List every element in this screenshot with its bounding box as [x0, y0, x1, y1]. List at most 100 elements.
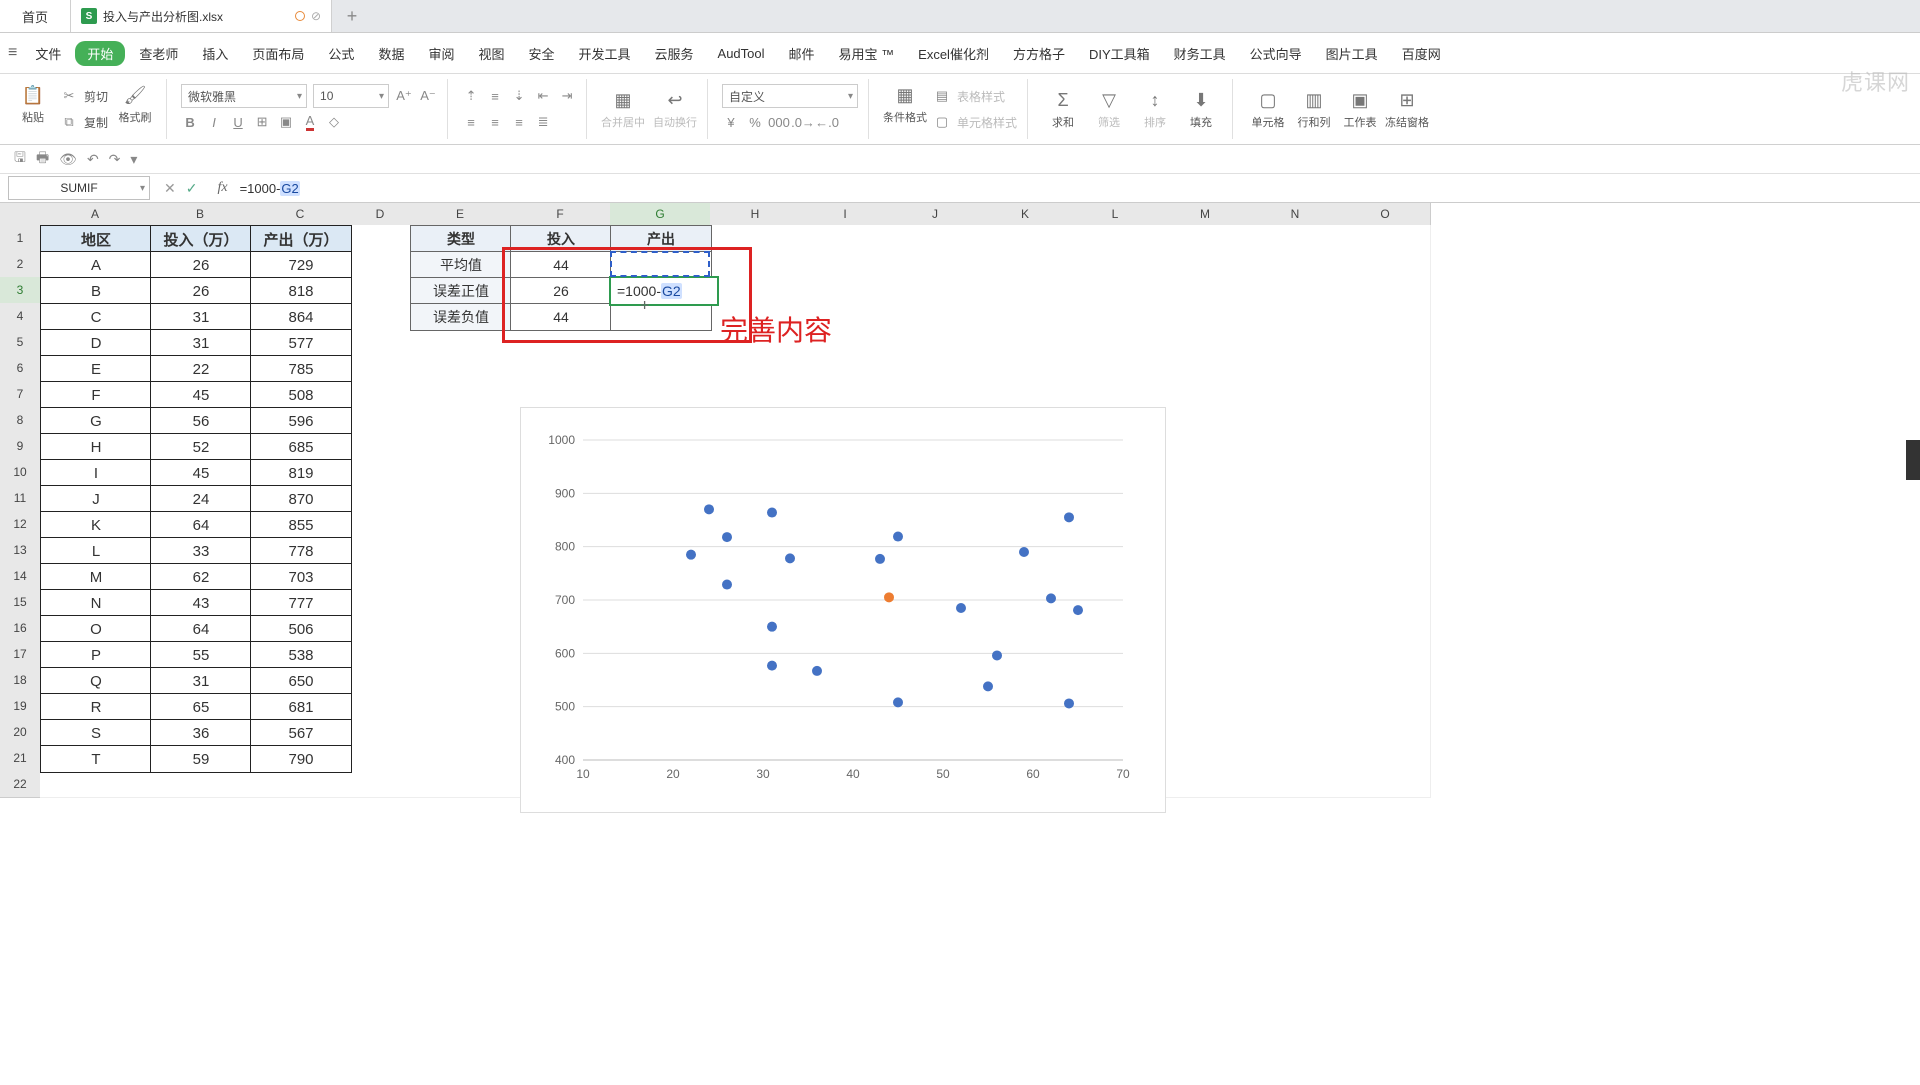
menu-teacher[interactable]: 查老师 [129, 40, 188, 67]
cell-F2[interactable]: 44 [510, 251, 612, 279]
col-header-F[interactable]: F [510, 203, 611, 226]
tab-close-icon[interactable]: ⊘ [311, 9, 321, 23]
fill-color-icon[interactable]: ▣ [277, 113, 295, 131]
cell-O1[interactable] [1340, 225, 1431, 252]
cell-O13[interactable] [1340, 537, 1431, 564]
cell-A20[interactable]: S [40, 719, 152, 747]
cell-M16[interactable] [1160, 615, 1251, 642]
cell-M17[interactable] [1160, 641, 1251, 668]
cell-C15[interactable]: 777 [250, 589, 352, 617]
cell-O10[interactable] [1340, 459, 1431, 486]
format-painter-button[interactable]: 🖌格式刷 [114, 83, 156, 135]
menu-data[interactable]: 数据 [368, 40, 414, 67]
cell-A12[interactable]: K [40, 511, 152, 539]
cell-G6[interactable] [610, 355, 711, 382]
menu-dev[interactable]: 开发工具 [569, 40, 641, 67]
cell-N8[interactable] [1250, 407, 1341, 434]
menu-fw[interactable]: 公式向导 [1240, 40, 1312, 67]
fill-button[interactable]: ⬇填充 [1180, 88, 1222, 130]
wrap-button[interactable]: ↩自动换行 [653, 88, 697, 130]
cell-E4[interactable]: 误差负值 [410, 303, 512, 331]
cell-M12[interactable] [1160, 511, 1251, 538]
cell-F1[interactable]: 投入 [510, 225, 612, 253]
cell-D6[interactable] [350, 355, 411, 382]
cell-E17[interactable] [410, 641, 511, 668]
row-header-2[interactable]: 2 [0, 251, 41, 278]
cell-E9[interactable] [410, 433, 511, 460]
cell-O17[interactable] [1340, 641, 1431, 668]
cell-B3[interactable]: 26 [150, 277, 252, 305]
cell-M11[interactable] [1160, 485, 1251, 512]
cell-D4[interactable] [350, 303, 411, 330]
cell-E3[interactable]: 误差正值 [410, 277, 512, 305]
highlight-icon[interactable]: ◇ [325, 113, 343, 131]
cell-B10[interactable]: 45 [150, 459, 252, 487]
cell-L3[interactable] [1070, 277, 1161, 304]
cell-N1[interactable] [1250, 225, 1341, 252]
cell-M2[interactable] [1160, 251, 1251, 278]
cell-A13[interactable]: L [40, 537, 152, 565]
cell-J1[interactable] [890, 225, 981, 252]
cell-E1[interactable]: 类型 [410, 225, 512, 253]
cell-C20[interactable]: 567 [250, 719, 352, 747]
cell-C19[interactable]: 681 [250, 693, 352, 721]
cell-B22[interactable] [150, 771, 251, 798]
cell-B2[interactable]: 26 [150, 251, 252, 279]
cell-O11[interactable] [1340, 485, 1431, 512]
row-header-6[interactable]: 6 [0, 355, 41, 382]
italic-icon[interactable]: I [205, 113, 223, 131]
cell-B15[interactable]: 43 [150, 589, 252, 617]
table-style-button[interactable]: ▤表格样式 [933, 83, 1017, 109]
cell-O5[interactable] [1340, 329, 1431, 356]
cell-N17[interactable] [1250, 641, 1341, 668]
cell-B9[interactable]: 52 [150, 433, 252, 461]
row-header-18[interactable]: 18 [0, 667, 41, 694]
row-header-8[interactable]: 8 [0, 407, 41, 434]
menu-fin[interactable]: 财务工具 [1164, 40, 1236, 67]
cell-L6[interactable] [1070, 355, 1161, 382]
cell-D9[interactable] [350, 433, 411, 460]
cell-I1[interactable] [800, 225, 891, 252]
cell-B4[interactable]: 31 [150, 303, 252, 331]
cell-J2[interactable] [890, 251, 981, 278]
rowcol-button[interactable]: ▥行和列 [1293, 88, 1335, 130]
row-header-22[interactable]: 22 [0, 771, 41, 798]
col-header-G[interactable]: G [610, 203, 711, 226]
col-header-C[interactable]: C [250, 203, 351, 226]
cell-N7[interactable] [1250, 381, 1341, 408]
col-header-D[interactable]: D [350, 203, 411, 226]
cell-G4[interactable] [610, 303, 712, 331]
cell-I2[interactable] [800, 251, 891, 278]
menu-file[interactable]: 文件 [25, 40, 71, 67]
cell-O14[interactable] [1340, 563, 1431, 590]
side-panel-toggle[interactable] [1906, 440, 1920, 480]
cell-L4[interactable] [1070, 303, 1161, 330]
cell-L2[interactable] [1070, 251, 1161, 278]
cell-N19[interactable] [1250, 693, 1341, 720]
cell-F4[interactable]: 44 [510, 303, 612, 331]
align-right-icon[interactable]: ≡ [510, 113, 528, 131]
hamburger-icon[interactable]: ≡ [8, 44, 17, 62]
cell-E16[interactable] [410, 615, 511, 642]
cell-button[interactable]: ▢单元格 [1247, 88, 1289, 130]
border-icon[interactable]: ⊞ [253, 113, 271, 131]
row-header-9[interactable]: 9 [0, 433, 41, 460]
cell-A15[interactable]: N [40, 589, 152, 617]
print-icon[interactable]: 🖶 [36, 147, 49, 171]
cell-A4[interactable]: C [40, 303, 152, 331]
cell-A17[interactable]: P [40, 641, 152, 669]
cell-C22[interactable] [250, 771, 351, 798]
cell-A7[interactable]: F [40, 381, 152, 409]
cond-format-button[interactable]: ▦条件格式 [883, 83, 927, 135]
cell-K1[interactable] [980, 225, 1071, 252]
cell-A18[interactable]: Q [40, 667, 152, 695]
cell-K7[interactable] [980, 381, 1071, 408]
cell-C6[interactable]: 785 [250, 355, 352, 383]
cell-A8[interactable]: G [40, 407, 152, 435]
dec-dec-icon[interactable]: ←.0 [818, 113, 836, 131]
cell-A11[interactable]: J [40, 485, 152, 513]
sheet-area[interactable]: ABCDEFGHIJKLMNO1234567891011121314151617… [0, 203, 1920, 1085]
cell-N6[interactable] [1250, 355, 1341, 382]
cell-I7[interactable] [800, 381, 891, 408]
cell-M9[interactable] [1160, 433, 1251, 460]
